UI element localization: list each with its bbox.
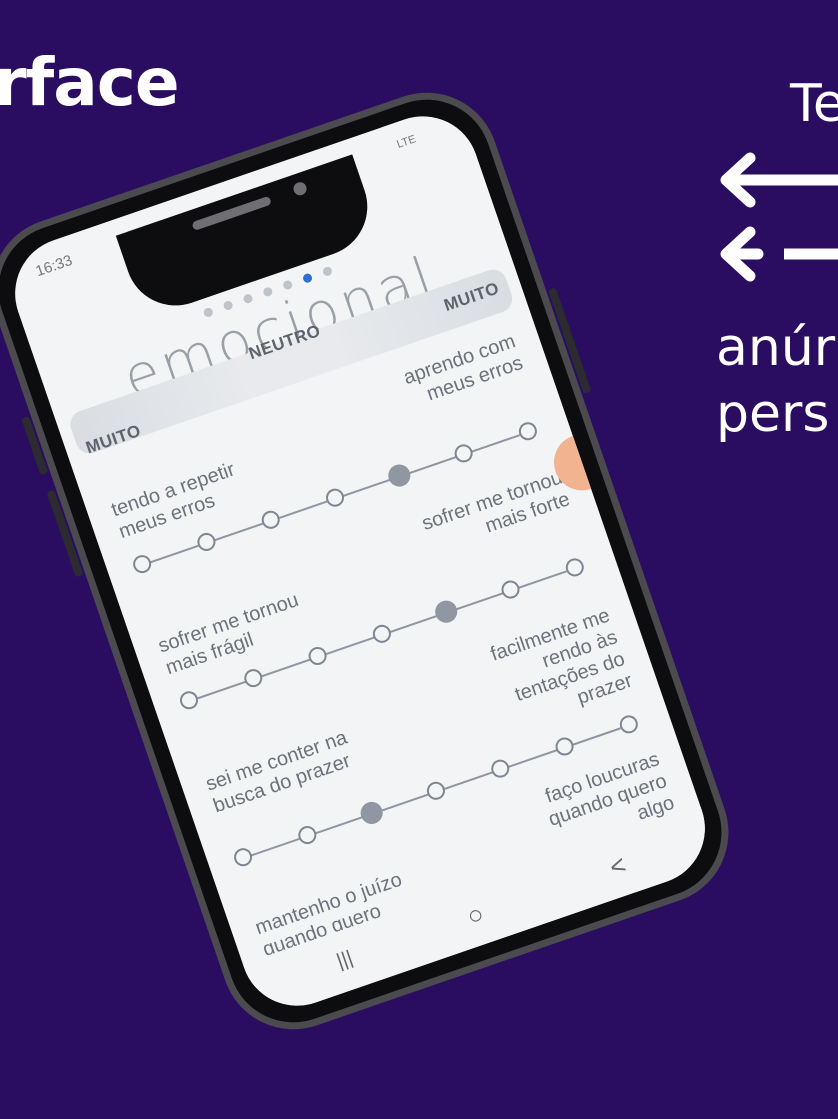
- arrow-left-icon: [720, 152, 838, 208]
- scale-option[interactable]: [259, 508, 283, 532]
- pair-right-label: facilmente me rendo às tentações do prazer: [487, 604, 636, 709]
- scale-option[interactable]: [432, 597, 461, 626]
- scale-option[interactable]: [323, 486, 347, 510]
- scale-option[interactable]: [563, 555, 587, 579]
- scale-option[interactable]: [357, 798, 386, 827]
- scale-option[interactable]: [241, 666, 265, 690]
- scale-option[interactable]: [452, 441, 476, 465]
- arrow-left-dashed-icon: [720, 226, 838, 282]
- back-button[interactable]: <: [606, 849, 630, 883]
- scale-option[interactable]: [231, 845, 255, 869]
- scale-option[interactable]: [424, 779, 448, 803]
- scale-option[interactable]: [499, 578, 522, 601]
- phone-mockup: 16:33 LTE emocional MUITO NEUTRO MUITO t…: [0, 73, 748, 1049]
- scale-option[interactable]: [617, 712, 641, 736]
- scale-option[interactable]: [194, 530, 218, 554]
- scale-option[interactable]: [488, 757, 512, 781]
- pair-right-label: aprendo com meus erros: [400, 330, 526, 406]
- phone-screen: 16:33 LTE emocional MUITO NEUTRO MUITO t…: [0, 101, 721, 1021]
- scale-option[interactable]: [385, 461, 414, 490]
- status-time: 16:33: [33, 251, 75, 281]
- scale-option[interactable]: [516, 419, 540, 443]
- recent-apps-button[interactable]: |||: [334, 947, 356, 974]
- scale-option[interactable]: [177, 688, 201, 712]
- scale-option[interactable]: [295, 823, 319, 847]
- scale-option[interactable]: [553, 735, 576, 758]
- pair-right-label: sofrer me tornou mais forte: [419, 466, 573, 538]
- scale-option[interactable]: [370, 622, 394, 646]
- pair-left-label: sei me conter na busca do prazer: [203, 726, 354, 818]
- scale-option[interactable]: [306, 644, 330, 668]
- status-icons: LTE: [395, 133, 418, 151]
- slide-heading: rface: [0, 44, 180, 121]
- right-text-line-1: Te: [790, 74, 838, 134]
- home-button[interactable]: ○: [463, 898, 488, 932]
- right-text-line-3: pers: [716, 384, 830, 444]
- right-text-line-2: anúr: [716, 318, 836, 378]
- scale-option[interactable]: [130, 552, 154, 576]
